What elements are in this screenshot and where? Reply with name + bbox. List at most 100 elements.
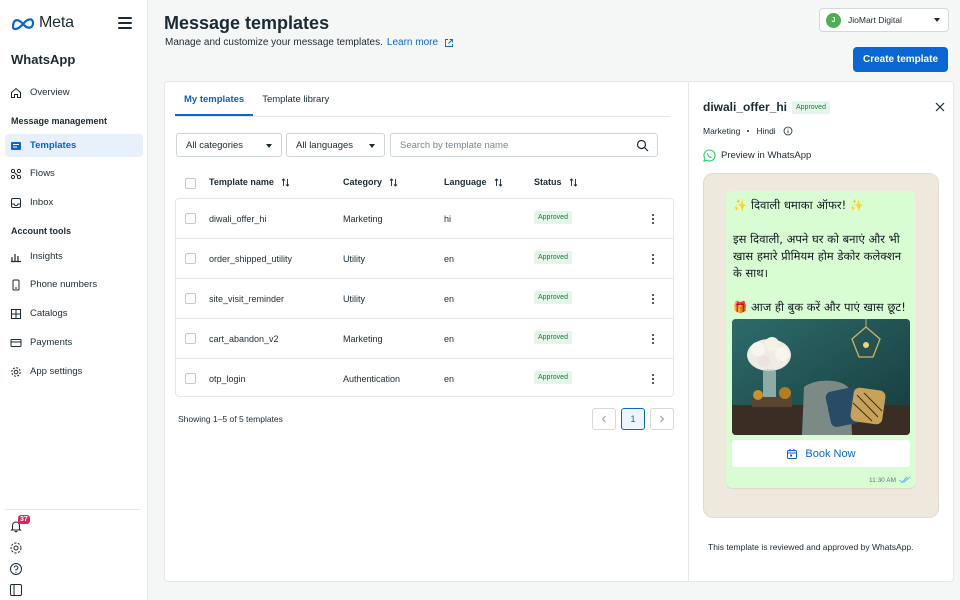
subtitle-text: Manage and customize your message templa… xyxy=(165,37,383,48)
section-message-management: Message management xyxy=(11,116,108,126)
message-time: 11:30 AM xyxy=(869,476,911,484)
tab-template-library[interactable]: Template library xyxy=(253,94,338,116)
tabs: My templates Template library xyxy=(175,94,338,116)
help-icon[interactable] xyxy=(9,562,23,576)
sidebar-item-label: Flows xyxy=(30,168,55,179)
more-options-icon[interactable] xyxy=(650,332,656,346)
template-name-cell[interactable]: otp_login xyxy=(209,374,246,384)
more-options-icon[interactable] xyxy=(650,252,656,266)
close-icon[interactable] xyxy=(935,102,945,112)
tab-my-templates[interactable]: My templates xyxy=(175,94,254,116)
language-cell: en xyxy=(444,294,455,304)
templates-icon xyxy=(11,141,21,150)
row-checkbox[interactable] xyxy=(185,373,196,384)
sidebar-item-overview[interactable]: Overview xyxy=(5,81,143,104)
column-status[interactable]: Status xyxy=(534,177,578,187)
row-checkbox[interactable] xyxy=(185,213,196,224)
column-label: Template name xyxy=(209,177,274,187)
meta-logo[interactable]: Meta xyxy=(10,14,74,32)
row-checkbox[interactable] xyxy=(185,293,196,304)
message-line: ✨ दिवाली धमाका ऑफर! ✨ xyxy=(733,198,865,212)
row-checkbox[interactable] xyxy=(185,253,196,264)
page-button[interactable]: 1 xyxy=(621,408,645,430)
column-template-name[interactable]: Template name xyxy=(209,177,290,187)
table-row[interactable]: diwali_offer_hi Marketing hi Approved xyxy=(176,199,673,239)
sort-icon xyxy=(494,177,502,187)
status-badge: Approved xyxy=(534,331,572,344)
template-name-cell[interactable]: diwali_offer_hi xyxy=(209,214,266,224)
app-name: WhatsApp xyxy=(11,52,76,67)
sidebar-item-label: Payments xyxy=(30,337,73,348)
home-decor-image xyxy=(732,319,910,435)
next-page-button[interactable] xyxy=(650,408,674,430)
language-filter[interactable]: All languages xyxy=(286,133,385,157)
table-row[interactable]: site_visit_reminder Utility en Approved xyxy=(176,279,673,319)
table-row[interactable]: order_shipped_utility Utility en Approve… xyxy=(176,239,673,279)
column-category[interactable]: Category xyxy=(343,177,398,187)
menu-toggle-icon[interactable] xyxy=(118,17,132,29)
prev-page-button[interactable] xyxy=(592,408,616,430)
account-name: JioMart Digital xyxy=(848,15,902,25)
preview-language: Hindi xyxy=(756,126,776,136)
sidebar-item-app-settings[interactable]: App settings xyxy=(5,360,143,383)
panel-icon[interactable] xyxy=(9,583,23,597)
category-filter[interactable]: All categories xyxy=(176,133,282,157)
status-badge: Approved xyxy=(534,251,572,264)
template-name-cell[interactable]: cart_abandon_v2 xyxy=(209,334,279,344)
templates-table: diwali_offer_hi Marketing hi Approved or… xyxy=(175,198,674,397)
language-cell: en xyxy=(444,374,455,384)
external-link-icon[interactable] xyxy=(444,38,454,48)
more-options-icon[interactable] xyxy=(650,292,656,306)
sidebar-item-templates[interactable]: Templates xyxy=(5,134,143,157)
create-template-button[interactable]: Create template xyxy=(853,47,948,72)
more-options-icon[interactable] xyxy=(650,212,656,226)
sidebar-item-phone-numbers[interactable]: Phone numbers xyxy=(5,273,143,296)
select-all-checkbox[interactable] xyxy=(185,178,196,189)
chevron-down-icon xyxy=(266,144,272,148)
template-name-cell[interactable]: site_visit_reminder xyxy=(209,294,284,304)
phone-icon xyxy=(12,279,20,290)
sidebar-item-inbox[interactable]: Inbox xyxy=(5,191,143,214)
message-header-image xyxy=(732,319,910,435)
column-language[interactable]: Language xyxy=(444,177,503,187)
column-label: Status xyxy=(534,177,562,187)
settings-icon[interactable] xyxy=(9,541,23,555)
chevron-left-icon xyxy=(601,415,606,423)
separator-dot xyxy=(747,130,750,132)
logo-text: Meta xyxy=(39,14,74,31)
sidebar: Meta WhatsApp Overview Message managemen… xyxy=(0,0,148,600)
meta-infinity-icon xyxy=(11,18,35,31)
gear-icon xyxy=(11,366,21,377)
preview-template-name: diwali_offer_hi xyxy=(703,100,788,114)
table-row[interactable]: otp_login Authentication en Approved xyxy=(176,359,673,399)
template-name-cell[interactable]: order_shipped_utility xyxy=(209,254,292,264)
grid-icon xyxy=(11,308,21,319)
preview-category: Marketing xyxy=(703,126,741,136)
language-cell: en xyxy=(444,254,455,264)
avatar: J xyxy=(826,12,841,28)
table-row[interactable]: cart_abandon_v2 Marketing en Approved xyxy=(176,319,673,359)
search-icon[interactable] xyxy=(636,139,649,152)
sidebar-item-catalogs[interactable]: Catalogs xyxy=(5,302,143,325)
account-selector[interactable]: J JioMart Digital xyxy=(819,8,949,32)
status-badge: Approved xyxy=(534,371,572,384)
home-icon xyxy=(11,87,21,98)
message-line: 🎁 आज ही बुक करें और पाएं खास छूट! xyxy=(733,300,906,314)
sidebar-item-label: Templates xyxy=(30,140,77,151)
row-checkbox[interactable] xyxy=(185,333,196,344)
chevron-down-icon xyxy=(934,18,940,22)
more-options-icon[interactable] xyxy=(650,372,656,386)
sidebar-item-flows[interactable]: Flows xyxy=(5,162,143,185)
search-input[interactable] xyxy=(400,134,630,156)
info-icon[interactable] xyxy=(783,126,793,136)
sort-icon xyxy=(569,177,577,187)
sidebar-item-insights[interactable]: Insights xyxy=(5,245,143,268)
whatsapp-icon xyxy=(703,149,716,162)
category-cell: Marketing xyxy=(343,214,383,224)
sidebar-item-payments[interactable]: Payments xyxy=(5,331,143,354)
sidebar-item-label: Catalogs xyxy=(30,308,68,319)
book-now-button[interactable]: Book Now xyxy=(732,440,910,467)
sort-icon xyxy=(389,177,398,187)
learn-more-link[interactable]: Learn more xyxy=(387,37,438,48)
status-badge: Approved xyxy=(534,211,572,224)
